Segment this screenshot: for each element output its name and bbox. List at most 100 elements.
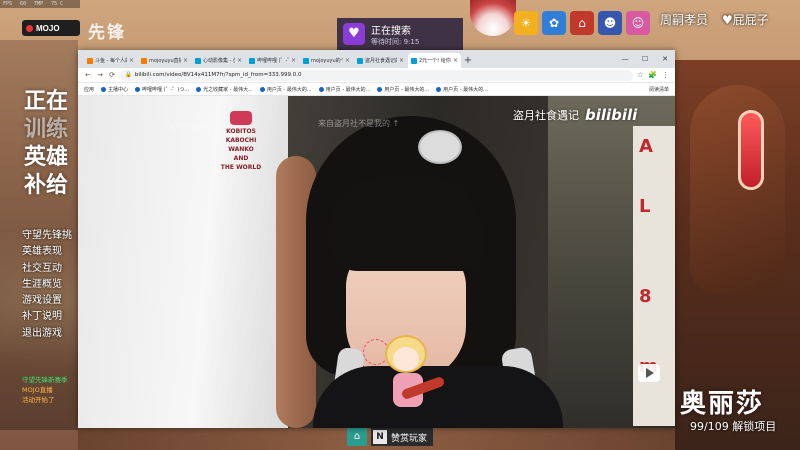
unlock-progress: 99/109 解锁项目 xyxy=(690,420,777,433)
paw-icon[interactable]: ✿ xyxy=(542,11,566,35)
minimize-button[interactable]: — xyxy=(615,55,635,63)
perf-fps-label: FPS xyxy=(3,1,13,7)
close-tab-icon[interactable]: × xyxy=(183,57,188,64)
left-notices: 守望先锋新赛季 MOJO直播 活动开始了 xyxy=(22,375,82,405)
maximize-button[interactable]: ☐ xyxy=(635,55,655,63)
close-tab-icon[interactable]: × xyxy=(237,57,242,64)
gift-icon[interactable]: ⌂ xyxy=(570,11,594,35)
home-icon[interactable]: ⌂ xyxy=(347,428,367,446)
menu-item[interactable]: 守望先锋挑 xyxy=(22,228,82,244)
close-tab-icon[interactable]: × xyxy=(291,57,296,64)
shirt-print: KOBITOS KABOCHI WANKO AND THE WORLD xyxy=(216,111,266,183)
bookmark-label: 哔哩哔哩 (゜-゜)つ... xyxy=(142,86,190,93)
extensions-icon[interactable]: 🧩 xyxy=(648,71,657,79)
danmaku-text: 盗月社食遇记 xyxy=(168,123,210,131)
key-n-icon: N xyxy=(373,430,387,444)
bilibili-logo: bilibili xyxy=(585,106,638,124)
bookmark-apps[interactable]: 应用 xyxy=(84,86,94,93)
notice-line: MOJO直播 xyxy=(22,386,53,394)
mojo-badge-text: MOJO xyxy=(36,23,60,33)
browser-tab[interactable]: 斗鱼 - 每个人的直播平台 × xyxy=(84,53,137,68)
menu-item[interactable]: 生涯概览 xyxy=(22,277,82,293)
bookmark-label: 用户页 - 最伟大的... xyxy=(266,86,312,93)
favicon-icon xyxy=(411,57,417,64)
watermark-channel: 盗月社食遇记 xyxy=(513,109,579,122)
left-heading-2: 训练 xyxy=(24,117,69,142)
browser-tab-active[interactable]: 2元一个! 给你们尝 × xyxy=(408,53,461,68)
game-logo-text: 先锋 xyxy=(88,23,126,43)
party-member-name: ♥屁屁子 xyxy=(722,13,769,27)
play-icon[interactable] xyxy=(638,364,660,382)
bookmark[interactable]: 哔哩哔哩 (゜-゜)つ... xyxy=(135,86,189,93)
bookmark[interactable]: 主播中心 xyxy=(101,86,128,93)
tab-strip: 斗鱼 - 每个人的直播平台 × mojoyuyu直播 A × 心动影像集 - 创… xyxy=(78,50,675,68)
close-tab-icon[interactable]: × xyxy=(399,57,404,64)
menu-item[interactable]: 游戏设置 xyxy=(22,293,82,309)
menu-item[interactable]: 英雄表现 xyxy=(22,244,82,260)
close-tab-icon[interactable]: × xyxy=(129,57,134,64)
tab-title: mojoyuyu的个人空间 xyxy=(311,58,343,64)
browser-tab[interactable]: mojoyuyu的个人空间 × xyxy=(300,53,353,68)
endorse-label: 赞赏玩家 xyxy=(391,433,428,444)
tab-title: 2元一个! 给你们尝 xyxy=(419,58,451,64)
bookmark-label: 用户页 - 最伟大的... xyxy=(325,86,371,93)
bookmark-label: 主播中心 xyxy=(108,86,129,93)
matchmaking-toast: ♥ 正在搜索 等待时间: 9:15 xyxy=(337,18,463,50)
reading-list[interactable]: 阅读清单 xyxy=(649,86,669,93)
bookmark-favicon-icon xyxy=(377,86,383,92)
shirt-text-line: KABOCHI xyxy=(225,137,257,144)
shirt-text-line: THE WORLD xyxy=(220,164,262,171)
browser-tab[interactable]: 盗月社食遇记的个人 × xyxy=(354,53,407,68)
reload-button[interactable]: ⟳ xyxy=(108,71,116,79)
left-menu-headings: 正在 训练 英雄 补给 xyxy=(24,88,84,200)
tab-title: mojoyuyu直播 A xyxy=(149,58,181,64)
bookmark[interactable]: 光之收藏家 - 最伟大... xyxy=(196,86,253,93)
bookmark[interactable]: 用户页 - 最伟大的... xyxy=(377,86,429,93)
hair-scrunchie xyxy=(418,130,462,164)
video-player[interactable]: KOBITOS KABOCHI WANKO AND THE WORLD A L … xyxy=(78,96,675,428)
close-tab-icon[interactable]: × xyxy=(453,57,458,64)
browser-tab[interactable]: 心动影像集 - 创意 × xyxy=(192,53,245,68)
bottom-action-bar: ⌂ N 赞赏玩家 xyxy=(347,428,434,446)
endorse-player-button[interactable]: N 赞赏玩家 xyxy=(371,428,434,446)
tab-title: 心动影像集 - 创意 xyxy=(203,58,235,64)
mojo-badge: MOJO xyxy=(22,20,80,36)
bookmark-favicon-icon xyxy=(436,86,442,92)
bookmark-favicon-icon xyxy=(196,86,202,92)
player-avatar[interactable]: ☻ xyxy=(598,11,622,35)
danmaku-text: 来自盗月社不是我的 ↑ xyxy=(318,119,400,128)
menu-item[interactable]: 补丁说明 xyxy=(22,309,82,325)
robot-eye xyxy=(738,110,764,190)
menu-item[interactable]: 退出游戏 xyxy=(22,326,82,342)
sticker-face xyxy=(393,347,419,371)
perf-temp-value: 75 C xyxy=(51,1,64,7)
bookmark[interactable]: 用户页 - 最伟大的... xyxy=(436,86,488,93)
left-heading-1: 正在 xyxy=(24,89,69,114)
bookmark[interactable]: 用户页 - 最伟大的... xyxy=(318,86,371,93)
browser-window: 斗鱼 - 每个人的直播平台 × mojoyuyu直播 A × 心动影像集 - 创… xyxy=(78,50,675,428)
bookmark-favicon-icon xyxy=(318,86,324,92)
close-window-button[interactable]: ✕ xyxy=(655,55,675,63)
back-button[interactable]: ← xyxy=(84,71,92,79)
forward-button[interactable]: → xyxy=(96,71,104,79)
player-avatar[interactable]: ☺ xyxy=(626,11,650,35)
bookmark-star-icon[interactable]: ☆ xyxy=(637,71,643,79)
favicon-icon xyxy=(87,57,93,64)
menu-icon[interactable]: ⋮ xyxy=(662,71,669,79)
bookmark-favicon-icon xyxy=(259,86,265,92)
bookmark[interactable]: 用户页 - 最伟大的... xyxy=(259,86,312,93)
hero-name: 奥丽莎 xyxy=(680,389,765,419)
favicon-icon xyxy=(357,57,363,64)
browser-tab[interactable]: mojoyuyu直播 A × xyxy=(138,53,191,68)
toolbar-actions: ☆ 🧩 ⋮ xyxy=(637,71,669,79)
browser-tab[interactable]: 哔哩哔哩 (゜-゜)つ × xyxy=(246,53,299,68)
bookmark-label: 用户页 - 最伟大的... xyxy=(443,86,488,93)
new-tab-button[interactable]: + xyxy=(462,53,474,68)
tab-title: 斗鱼 - 每个人的直播平台 xyxy=(95,58,127,64)
close-tab-icon[interactable]: × xyxy=(345,57,350,64)
sign-char: 8 xyxy=(639,286,652,307)
address-bar[interactable]: 🔒 bilibili.com/video/BV14x411M7fr/?spm_i… xyxy=(120,69,633,81)
menu-item[interactable]: 社交互动 xyxy=(22,261,82,277)
sun-icon[interactable]: ☀ xyxy=(514,11,538,35)
lock-icon: 🔒 xyxy=(125,72,132,78)
